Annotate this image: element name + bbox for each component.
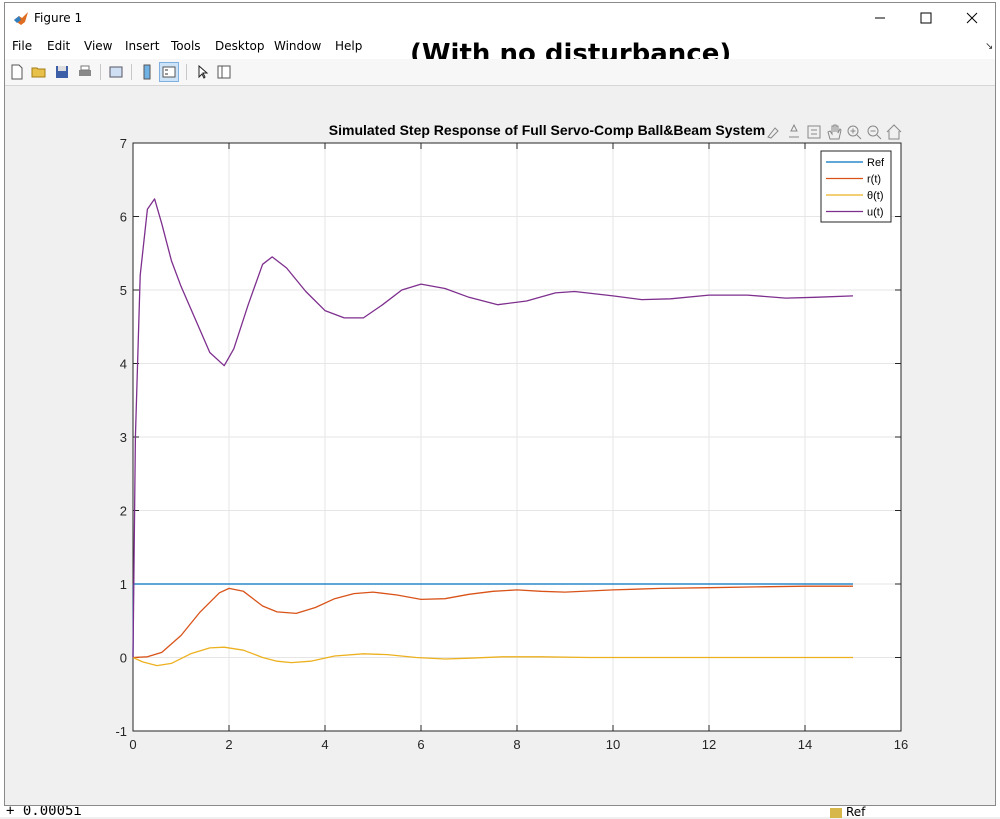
x-tick-label: 16 [894,737,908,752]
maximize-button[interactable] [903,3,949,33]
insert-colorbar-icon[interactable] [137,62,157,82]
menu-file[interactable]: File [12,39,32,53]
export-icon[interactable] [805,123,823,141]
menu-desktop[interactable]: Desktop [215,39,265,53]
y-tick-label: 1 [120,577,127,592]
print-icon[interactable] [75,62,95,82]
legend-label-2: θ(t) [867,190,884,202]
save-icon[interactable] [52,62,72,82]
close-icon [966,12,978,24]
close-button[interactable] [949,3,995,33]
x-tick-label: 2 [225,737,232,752]
toolbar-separator [100,64,101,80]
x-tick-label: 12 [702,737,716,752]
link-plot-icon[interactable] [106,62,126,82]
x-tick-label: 6 [417,737,424,752]
insert-legend-icon[interactable] [159,62,179,82]
legend-label-0: Ref [867,157,885,169]
x-tick-label: 0 [129,737,136,752]
title-bar[interactable]: Figure 1 [5,3,995,33]
open-file-icon[interactable] [29,62,49,82]
plot-canvas: 0 2 4 6 8 10 12 14 16-101234567Simulated Step Re… [115,122,908,752]
menu-edit[interactable]: Edit [47,39,70,53]
pan-icon[interactable] [825,123,843,141]
y-tick-label: 6 [120,210,127,225]
legend-label-1: r(t) [867,174,881,186]
minimize-button[interactable] [857,3,903,33]
menu-tools[interactable]: Tools [171,39,201,53]
home-icon[interactable] [885,123,903,141]
figure-toolbar [5,59,995,86]
y-tick-label: 2 [120,504,127,519]
dock-arrow-icon[interactable]: ↘ [985,41,993,52]
figure-window: Figure 1 File Edit View Insert Tools Des… [4,2,996,806]
folder-icon [830,807,842,818]
x-tick-label: 4 [321,737,328,752]
maximize-icon [920,12,932,24]
toolbar-separator [131,64,132,80]
minimize-icon [875,17,885,19]
legend-label-3: u(t) [867,207,884,219]
menu-insert[interactable]: Insert [125,39,159,53]
y-tick-label: 0 [120,651,127,666]
x-tick-label: 10 [606,737,620,752]
property-inspector-icon[interactable] [214,62,234,82]
chart-title: Simulated Step Response of Full Servo-Co… [329,122,765,138]
menu-help[interactable]: Help [335,39,362,53]
x-tick-label: 8 [513,737,520,752]
zoom-in-icon[interactable] [845,123,863,141]
data-tips-icon[interactable] [785,123,803,141]
y-tick-label: 3 [120,430,127,445]
y-tick-label: 4 [120,357,127,372]
menu-window[interactable]: Window [274,39,321,53]
toolbar-separator [186,64,187,80]
zoom-out-icon[interactable] [865,123,883,141]
y-tick-label: -1 [115,724,127,739]
x-tick-label: 14 [798,737,812,752]
y-tick-label: 5 [120,283,127,298]
edit-plot-icon[interactable] [192,62,212,82]
menu-view[interactable]: View [84,39,112,53]
brush-icon[interactable] [765,123,783,141]
window-title: Figure 1 [34,11,83,25]
y-tick-label: 7 [120,136,127,151]
matlab-icon [14,12,28,25]
new-figure-icon[interactable] [7,62,27,82]
